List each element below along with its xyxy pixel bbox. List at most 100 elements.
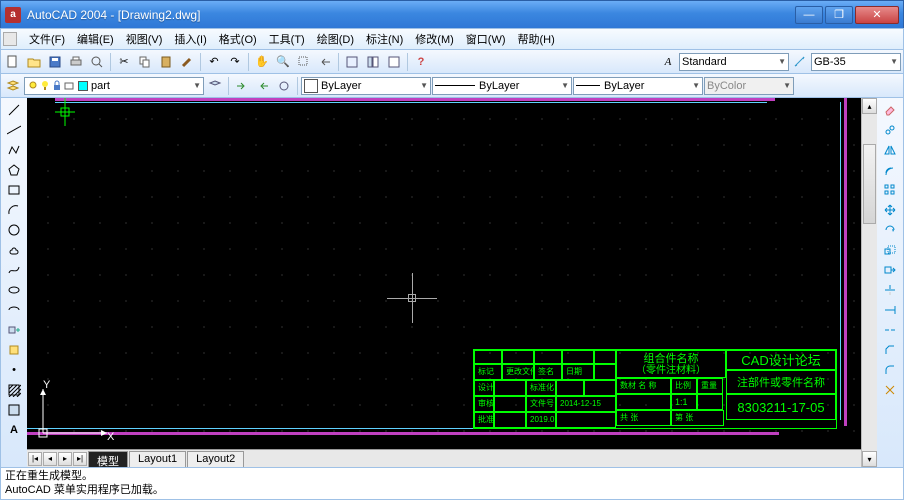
layer-states-button[interactable] bbox=[253, 76, 273, 96]
copy-button[interactable] bbox=[135, 52, 155, 72]
layer-toolbar: part ▼ ByLayer ▼ ByLayer ▼ ByLayer ▼ ByC… bbox=[0, 74, 904, 98]
standard-toolbar: ✂ ↶ ↷ ✋ 🔍 ? A Standard▼ GB-35▼ bbox=[0, 50, 904, 74]
menu-file[interactable]: 文件(F) bbox=[23, 29, 71, 49]
menu-window[interactable]: 窗口(W) bbox=[460, 29, 512, 49]
tp-button[interactable] bbox=[384, 52, 404, 72]
menu-draw[interactable]: 绘图(D) bbox=[311, 29, 360, 49]
plotstyle-value: ByColor bbox=[707, 80, 746, 92]
minimize-button[interactable]: — bbox=[795, 6, 823, 24]
vertical-scrollbar[interactable]: ▴ ▾ bbox=[861, 98, 877, 467]
hatch-tool[interactable] bbox=[4, 380, 24, 399]
tab-model[interactable]: 模型 bbox=[88, 451, 128, 467]
new-button[interactable] bbox=[3, 52, 23, 72]
rect-tool[interactable] bbox=[4, 180, 24, 199]
copy-tool[interactable] bbox=[880, 120, 900, 139]
layers-button[interactable] bbox=[3, 76, 23, 96]
redo-button[interactable]: ↷ bbox=[225, 52, 245, 72]
tab-first-button[interactable]: |◂ bbox=[28, 452, 42, 466]
erase-tool[interactable] bbox=[880, 100, 900, 119]
make-current-button[interactable] bbox=[232, 76, 252, 96]
rotate-tool[interactable] bbox=[880, 220, 900, 239]
tab-next-button[interactable]: ▸ bbox=[58, 452, 72, 466]
layer-combo[interactable]: part ▼ bbox=[24, 77, 204, 95]
textstyle-combo[interactable]: Standard▼ bbox=[679, 53, 789, 71]
preview-button[interactable] bbox=[87, 52, 107, 72]
line-tool[interactable] bbox=[4, 100, 24, 119]
scroll-thumb[interactable] bbox=[863, 144, 876, 224]
pan-button[interactable]: ✋ bbox=[252, 52, 272, 72]
match-button[interactable] bbox=[177, 52, 197, 72]
menu-dimension[interactable]: 标注(N) bbox=[360, 29, 409, 49]
scroll-up-button[interactable]: ▴ bbox=[862, 98, 877, 114]
tab-layout1[interactable]: Layout1 bbox=[129, 451, 186, 467]
menu-modify[interactable]: 修改(M) bbox=[409, 29, 460, 49]
extend-tool[interactable] bbox=[880, 300, 900, 319]
linetype-combo[interactable]: ByLayer ▼ bbox=[432, 77, 572, 95]
lineweight-combo[interactable]: ByLayer ▼ bbox=[573, 77, 703, 95]
menu-tools[interactable]: 工具(T) bbox=[263, 29, 311, 49]
layer-prev-button[interactable] bbox=[205, 76, 225, 96]
tab-last-button[interactable]: ▸| bbox=[73, 452, 87, 466]
menu-bar: 文件(F) 编辑(E) 视图(V) 插入(I) 格式(O) 工具(T) 绘图(D… bbox=[0, 28, 904, 50]
paste-button[interactable] bbox=[156, 52, 176, 72]
arc-tool[interactable] bbox=[4, 200, 24, 219]
save-button[interactable] bbox=[45, 52, 65, 72]
spline-tool[interactable] bbox=[4, 260, 24, 279]
dimstyle-combo[interactable]: GB-35▼ bbox=[811, 53, 901, 71]
block-tool[interactable] bbox=[4, 340, 24, 359]
region-tool[interactable] bbox=[4, 400, 24, 419]
polygon-tool[interactable] bbox=[4, 160, 24, 179]
chamfer-tool[interactable] bbox=[880, 340, 900, 359]
dc-button[interactable] bbox=[363, 52, 383, 72]
pline-tool[interactable] bbox=[4, 140, 24, 159]
scale-tool[interactable] bbox=[880, 240, 900, 259]
mtext-tool[interactable]: A bbox=[4, 420, 24, 439]
tab-layout2[interactable]: Layout2 bbox=[187, 451, 244, 467]
layer-iso-button[interactable] bbox=[274, 76, 294, 96]
zoom-rt-button[interactable]: 🔍 bbox=[273, 52, 293, 72]
props-button[interactable] bbox=[342, 52, 362, 72]
drawing-canvas[interactable]: Y X 标记 bbox=[27, 98, 861, 449]
modify-toolbar bbox=[877, 98, 903, 467]
zoom-win-button[interactable] bbox=[294, 52, 314, 72]
point-tool[interactable]: • bbox=[4, 360, 24, 379]
explode-tool[interactable] bbox=[880, 380, 900, 399]
mirror-tool[interactable] bbox=[880, 140, 900, 159]
maximize-button[interactable]: ❐ bbox=[825, 6, 853, 24]
command-window[interactable]: 正在重生成模型。 AutoCAD 菜单实用程序已加载。 bbox=[0, 468, 904, 500]
menu-insert[interactable]: 插入(I) bbox=[168, 29, 212, 49]
color-combo[interactable]: ByLayer ▼ bbox=[301, 77, 431, 95]
break-tool[interactable] bbox=[880, 320, 900, 339]
dimstyle-icon bbox=[790, 52, 810, 72]
open-button[interactable] bbox=[24, 52, 44, 72]
command-line-2: AutoCAD 菜单实用程序已加载。 bbox=[5, 483, 899, 497]
fillet-tool[interactable] bbox=[880, 360, 900, 379]
forum-label: CAD设计论坛 bbox=[726, 350, 836, 370]
close-button[interactable]: ✕ bbox=[855, 6, 899, 24]
scroll-down-button[interactable]: ▾ bbox=[862, 451, 877, 467]
menu-help[interactable]: 帮助(H) bbox=[512, 29, 561, 49]
tab-prev-button[interactable]: ◂ bbox=[43, 452, 57, 466]
menu-edit[interactable]: 编辑(E) bbox=[71, 29, 120, 49]
circle-tool[interactable] bbox=[4, 220, 24, 239]
textstyle-value: Standard bbox=[682, 56, 727, 68]
revcloud-tool[interactable] bbox=[4, 240, 24, 259]
command-line-1: 正在重生成模型。 bbox=[5, 469, 899, 483]
window-titlebar: a AutoCAD 2004 - [Drawing2.dwg] — ❐ ✕ bbox=[0, 0, 904, 28]
undo-button[interactable]: ↶ bbox=[204, 52, 224, 72]
zoom-prev-button[interactable] bbox=[315, 52, 335, 72]
trim-tool[interactable] bbox=[880, 280, 900, 299]
array-tool[interactable] bbox=[880, 180, 900, 199]
xline-tool[interactable] bbox=[4, 120, 24, 139]
insert-tool[interactable] bbox=[4, 320, 24, 339]
menu-view[interactable]: 视图(V) bbox=[120, 29, 169, 49]
ellipse-tool[interactable] bbox=[4, 280, 24, 299]
help-button[interactable]: ? bbox=[411, 52, 431, 72]
stretch-tool[interactable] bbox=[880, 260, 900, 279]
cut-button[interactable]: ✂ bbox=[114, 52, 134, 72]
menu-format[interactable]: 格式(O) bbox=[213, 29, 263, 49]
ellipse-arc-tool[interactable] bbox=[4, 300, 24, 319]
offset-tool[interactable] bbox=[880, 160, 900, 179]
move-tool[interactable] bbox=[880, 200, 900, 219]
plot-button[interactable] bbox=[66, 52, 86, 72]
